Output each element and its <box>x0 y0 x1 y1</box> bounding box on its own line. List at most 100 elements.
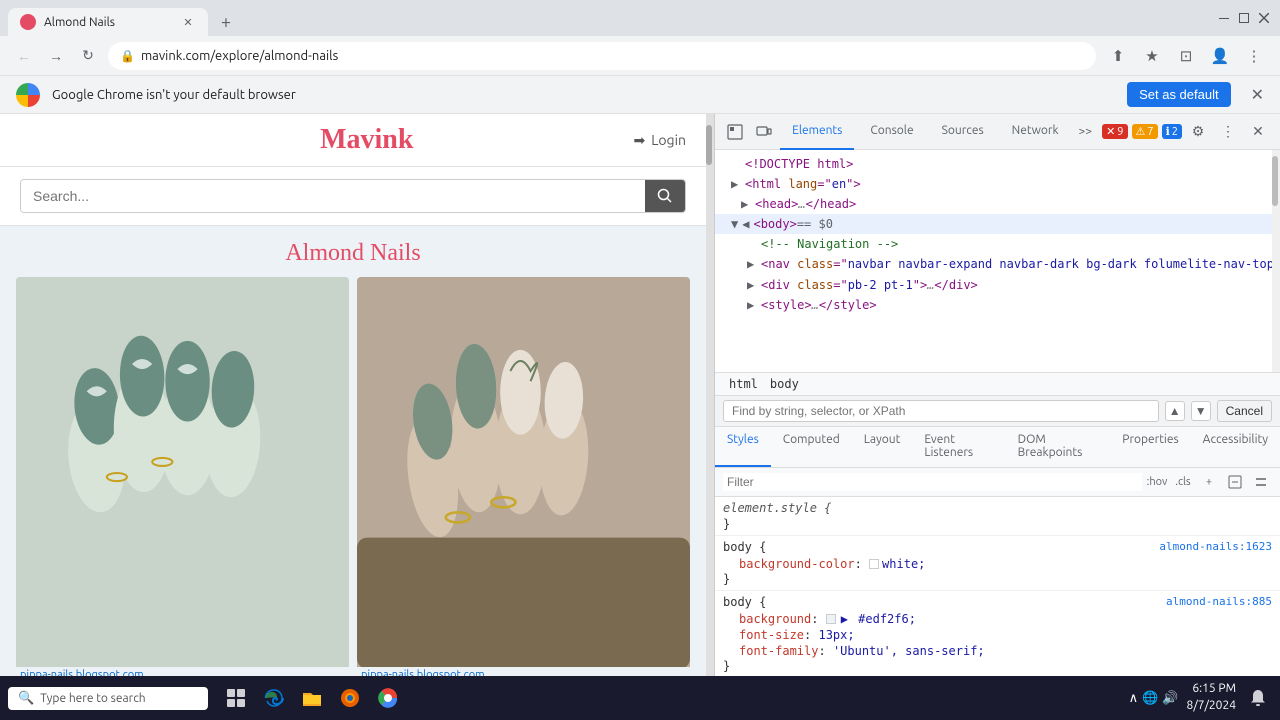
tab-console[interactable]: Console <box>858 114 925 150</box>
css-prop-line: font-size : 13px; <box>723 627 1272 643</box>
info-badge: ℹ 2 <box>1162 124 1182 139</box>
devtools-toolbar: Elements Console Sources Network >> ✕ 9 … <box>715 114 1280 150</box>
split-view-button[interactable]: ⊡ <box>1172 42 1200 70</box>
logo-accent: M <box>320 124 346 155</box>
back-button[interactable]: ← <box>12 44 36 68</box>
tab-sources[interactable]: Sources <box>930 114 996 150</box>
devtools-more-button[interactable]: ⋮ <box>1214 118 1242 146</box>
bookmark-button[interactable]: ★ <box>1138 42 1166 70</box>
site-scroll-thumb <box>706 125 712 165</box>
css-rule-close: } <box>723 659 1272 673</box>
new-rule-button[interactable] <box>1224 471 1246 493</box>
clock[interactable]: 6:15 PM 8/7/2024 <box>1187 681 1236 715</box>
expand-arrow[interactable]: ▶ <box>747 255 761 273</box>
color-swatch[interactable] <box>826 614 836 624</box>
tab-event-listeners[interactable]: Event Listeners <box>912 427 1005 467</box>
task-view-button[interactable] <box>220 682 252 714</box>
css-selector: body { <box>723 595 766 609</box>
maximize-button[interactable] <box>1236 10 1252 26</box>
nail-image-1 <box>16 277 349 667</box>
edge-browser-button[interactable] <box>258 682 290 714</box>
expand-arrow[interactable]: ▶ <box>747 276 761 294</box>
set-default-button[interactable]: Set as default <box>1127 82 1231 107</box>
login-button[interactable]: ➡ Login <box>634 132 687 149</box>
profile-button[interactable]: 👤 <box>1206 42 1234 70</box>
minimize-button[interactable] <box>1216 10 1232 26</box>
tab-accessibility[interactable]: Accessibility <box>1191 427 1280 467</box>
notification-bar: Google Chrome isn't your default browser… <box>0 76 1280 114</box>
devtools-body: <!DOCTYPE html> ▶ <html lang="en"> ▶ <he… <box>715 150 1280 718</box>
close-button[interactable] <box>1256 10 1272 26</box>
images-grid: pippa-nails.blogspot.com <box>0 277 706 693</box>
expand-arrow[interactable]: ▶ <box>747 296 761 314</box>
tag-doctype: <!DOCTYPE html> <box>745 155 853 173</box>
expand-arrow[interactable]: ▶ <box>731 175 745 193</box>
html-line-comment: <!-- <!-- Navigation -->Navigation --> <box>715 234 1272 254</box>
css-property: font-size <box>739 628 804 642</box>
html-line: ▶ <html lang="en"> <box>715 174 1272 194</box>
site-scrollbar[interactable] <box>706 114 714 718</box>
device-toggle-button[interactable] <box>752 118 777 146</box>
tab-dom-breakpoints[interactable]: DOM Breakpoints <box>1006 427 1111 467</box>
html-line: ▶ <head> … </head> <box>715 194 1272 214</box>
reload-button[interactable]: ↻ <box>76 44 100 68</box>
css-value: 'Ubuntu', sans-serif; <box>833 644 985 658</box>
breadcrumb-html[interactable]: html <box>723 375 764 393</box>
breadcrumb-body[interactable]: body <box>764 375 805 393</box>
menu-button[interactable]: ⋮ <box>1240 42 1268 70</box>
find-next-button[interactable]: ▼ <box>1191 401 1211 421</box>
tag-head-close: </head> <box>806 195 857 213</box>
html-line-body: ▼ ◀ <body> == $0 <box>715 214 1272 234</box>
tab-close-button[interactable]: ✕ <box>180 14 196 30</box>
notification-close-button[interactable]: ✕ <box>1251 85 1264 104</box>
network-icon[interactable]: 🌐 <box>1142 691 1158 706</box>
more-tabs-button[interactable]: >> <box>1075 125 1097 138</box>
file-explorer-button[interactable] <box>296 682 328 714</box>
forward-button[interactable]: → <box>44 44 68 68</box>
notification-center-button[interactable] <box>1244 684 1272 712</box>
tab-network[interactable]: Network <box>1000 114 1071 150</box>
active-tab[interactable]: Almond Nails ✕ <box>8 8 208 36</box>
filter-input[interactable] <box>723 473 1142 491</box>
find-cancel-button[interactable]: Cancel <box>1217 400 1272 422</box>
html-scrollbar[interactable] <box>1272 150 1280 372</box>
image-card-2: pippa-nails.blogspot.com <box>357 277 690 683</box>
taskbar-search[interactable]: 🔍 Type here to search <box>8 687 208 710</box>
expand-arrow[interactable]: ▶ <box>741 195 755 213</box>
date-display: 8/7/2024 <box>1187 698 1236 715</box>
css-source-link[interactable]: almond-nails:885 <box>1166 595 1272 611</box>
devtools-settings-button[interactable]: ⚙ <box>1184 118 1212 146</box>
css-source-link[interactable]: almond-nails:1623 <box>1159 540 1272 556</box>
inspect-element-button[interactable] <box>723 118 748 146</box>
devtools-actions: ✕ 9 ⚠ 7 ℹ 2 ⚙ ⋮ ✕ <box>1100 118 1272 146</box>
tab-styles[interactable]: Styles <box>715 427 771 467</box>
styles-tabs: Styles Computed Layout Event Listeners D… <box>715 427 1280 468</box>
chrome-button[interactable] <box>372 682 404 714</box>
tab-properties[interactable]: Properties <box>1110 427 1190 467</box>
volume-icon[interactable]: 🔊 <box>1162 691 1178 706</box>
tab-layout[interactable]: Layout <box>852 427 913 467</box>
title-bar: Almond Nails ✕ + <box>0 0 1280 36</box>
search-button[interactable] <box>645 180 685 212</box>
tab-computed[interactable]: Computed <box>771 427 852 467</box>
devtools-close-button[interactable]: ✕ <box>1244 118 1272 146</box>
chevron-up-icon[interactable]: ∧ <box>1129 691 1139 706</box>
firefox-button[interactable] <box>334 682 366 714</box>
url-text: mavink.com/explore/almond-nails <box>141 49 1084 63</box>
tab-elements[interactable]: Elements <box>780 114 854 150</box>
css-rule-body-885: body { almond-nails:885 background : ▶ #… <box>715 591 1280 678</box>
color-swatch[interactable] <box>869 559 879 569</box>
taskbar-icons <box>220 682 404 714</box>
add-style-button[interactable]: + <box>1198 471 1220 493</box>
find-input[interactable] <box>723 400 1159 422</box>
page-title: Almond Nails <box>0 226 706 277</box>
url-bar[interactable]: 🔒 mavink.com/explore/almond-nails <box>108 42 1096 70</box>
toggle-classes-button[interactable] <box>1250 471 1272 493</box>
class-filter-button[interactable]: .cls <box>1172 471 1194 493</box>
find-prev-button[interactable]: ▲ <box>1165 401 1185 421</box>
inline-text-div: … <box>927 276 934 294</box>
search-input[interactable] <box>21 180 645 212</box>
share-button[interactable]: ⬆ <box>1104 42 1132 70</box>
hover-state-button[interactable]: :hov <box>1146 471 1168 493</box>
new-tab-button[interactable]: + <box>212 8 240 36</box>
